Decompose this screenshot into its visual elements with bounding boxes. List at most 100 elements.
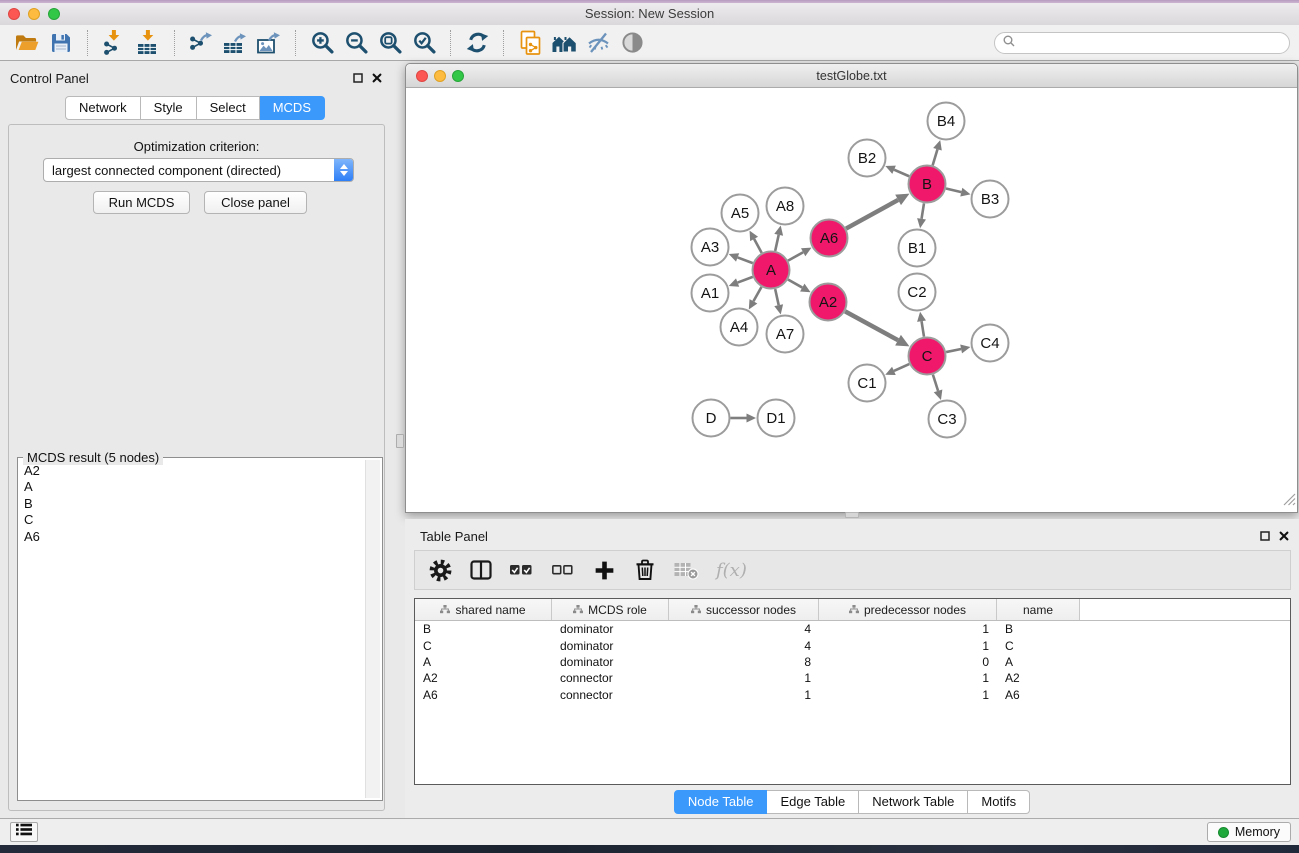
- save-session-button[interactable]: [44, 28, 78, 58]
- task-history-button[interactable]: [10, 822, 38, 842]
- table-settings-button[interactable]: [427, 557, 453, 583]
- network-canvas[interactable]: AA1A2A3A4A5A6A7A8BB1B2B3B4CC1C2C3C4DD1: [406, 89, 1297, 512]
- tab-mcds[interactable]: MCDS: [260, 96, 325, 120]
- mcds-result-item[interactable]: B: [24, 496, 363, 512]
- close-panel-button[interactable]: Close panel: [204, 191, 307, 214]
- apply-layout-button[interactable]: [460, 28, 494, 58]
- panel-splitter-handle-horizontal[interactable]: [845, 512, 859, 518]
- column-header-name[interactable]: name: [997, 599, 1080, 620]
- float-table-panel-icon[interactable]: [1260, 531, 1270, 541]
- add-column-button[interactable]: [591, 557, 617, 583]
- zoom-fit-button[interactable]: [373, 28, 407, 58]
- panel-splitter-handle-vertical[interactable]: [396, 434, 404, 448]
- graph-edge-C-C1[interactable]: [885, 364, 909, 375]
- function-builder-button[interactable]: f(x): [714, 560, 747, 581]
- tab-style[interactable]: Style: [141, 96, 197, 120]
- import-network-button[interactable]: [97, 28, 131, 58]
- graph-node-B3[interactable]: B3: [972, 181, 1009, 218]
- graph-edge-C-C3[interactable]: [933, 375, 942, 400]
- import-table-button[interactable]: [131, 28, 165, 58]
- graph-node-A[interactable]: A: [753, 252, 790, 289]
- graph-edge-A-A2[interactable]: [788, 280, 811, 293]
- column-header-MCDS-role[interactable]: MCDS role: [552, 599, 669, 620]
- graph-node-D[interactable]: D: [693, 400, 730, 437]
- mcds-result-scrollbar[interactable]: [365, 460, 380, 798]
- ndex-browser-button[interactable]: [547, 28, 581, 58]
- graph-node-A8[interactable]: A8: [767, 188, 804, 225]
- graph-node-A2[interactable]: A2: [810, 284, 847, 321]
- graph-edge-C-C4[interactable]: [946, 345, 970, 354]
- graph-edge-A-A3[interactable]: [729, 253, 753, 263]
- search-input[interactable]: [1016, 34, 1289, 52]
- graph-edge-B-B3[interactable]: [946, 188, 971, 197]
- float-panel-icon[interactable]: [353, 73, 363, 83]
- run-mcds-button[interactable]: Run MCDS: [93, 191, 190, 214]
- zoom-out-button[interactable]: [339, 28, 373, 58]
- graph-node-A5[interactable]: A5: [722, 195, 759, 232]
- graph-node-B2[interactable]: B2: [849, 140, 886, 177]
- export-network-button[interactable]: [184, 28, 218, 58]
- network-window-titlebar[interactable]: testGlobe.txt: [406, 64, 1297, 88]
- graph-node-C[interactable]: C: [909, 338, 946, 375]
- network-close-button[interactable]: [416, 70, 428, 82]
- zoom-selected-button[interactable]: [407, 28, 441, 58]
- search-field[interactable]: [994, 32, 1290, 54]
- mcds-result-item[interactable]: A: [24, 479, 363, 495]
- graph-edge-B-B2[interactable]: [885, 166, 909, 177]
- close-window-button[interactable]: [8, 8, 20, 20]
- graph-edge-A-A4[interactable]: [749, 287, 762, 310]
- export-table-button[interactable]: [218, 28, 252, 58]
- network-minimize-button[interactable]: [434, 70, 446, 82]
- graph-node-B1[interactable]: B1: [899, 230, 936, 267]
- graph-node-A3[interactable]: A3: [692, 229, 729, 266]
- graph-node-B[interactable]: B: [909, 166, 946, 203]
- column-header-predecessor-nodes[interactable]: predecessor nodes: [819, 599, 997, 620]
- deselect-all-rows-button[interactable]: [550, 557, 576, 583]
- mcds-result-item[interactable]: C: [24, 512, 363, 528]
- graph-node-A1[interactable]: A1: [692, 275, 729, 312]
- table-tab-network-table[interactable]: Network Table: [859, 790, 968, 814]
- close-panel-icon[interactable]: [372, 73, 382, 83]
- graph-edge-A6-B[interactable]: [846, 194, 909, 229]
- column-header-successor-nodes[interactable]: successor nodes: [669, 599, 819, 620]
- table-row[interactable]: Cdominator41C: [415, 637, 1290, 653]
- delete-columns-button[interactable]: [632, 557, 658, 583]
- tab-network[interactable]: Network: [65, 96, 141, 120]
- window-resize-grip[interactable]: [1283, 493, 1296, 511]
- graph-edge-A2-C[interactable]: [845, 311, 909, 346]
- graph-edge-A-A5[interactable]: [750, 231, 762, 253]
- graph-edge-A-A6[interactable]: [788, 248, 811, 261]
- mcds-result-item[interactable]: A6: [24, 529, 363, 545]
- close-table-panel-icon[interactable]: [1279, 531, 1289, 541]
- graph-edge-B-B1[interactable]: [917, 203, 926, 228]
- tab-select[interactable]: Select: [197, 96, 260, 120]
- export-image-button[interactable]: [252, 28, 286, 58]
- graph-node-C1[interactable]: C1: [849, 365, 886, 402]
- graph-node-A6[interactable]: A6: [811, 220, 848, 257]
- graph-node-A4[interactable]: A4: [721, 309, 758, 346]
- zoom-in-button[interactable]: [305, 28, 339, 58]
- graph-node-B4[interactable]: B4: [928, 103, 965, 140]
- graph-edge-A-A1[interactable]: [729, 277, 753, 287]
- hide-selected-button[interactable]: [581, 28, 615, 58]
- table-tab-edge-table[interactable]: Edge Table: [767, 790, 859, 814]
- show-graphics-details-button[interactable]: [615, 28, 649, 58]
- optimization-criterion-select[interactable]: largest connected component (directed): [43, 158, 354, 182]
- graph-node-D1[interactable]: D1: [758, 400, 795, 437]
- table-tab-node-table[interactable]: Node Table: [674, 790, 768, 814]
- mcds-result-item[interactable]: A2: [24, 463, 363, 479]
- graph-edge-D-D1[interactable]: [731, 414, 757, 423]
- graph-node-C3[interactable]: C3: [929, 401, 966, 438]
- table-tab-motifs[interactable]: Motifs: [968, 790, 1030, 814]
- graph-edge-B-B4[interactable]: [933, 140, 942, 165]
- open-session-button[interactable]: [10, 28, 44, 58]
- graph-node-A7[interactable]: A7: [767, 316, 804, 353]
- minimize-window-button[interactable]: [28, 8, 40, 20]
- column-header-shared-name[interactable]: shared name: [415, 599, 552, 620]
- select-all-rows-button[interactable]: [509, 557, 535, 583]
- table-row[interactable]: Bdominator41B: [415, 621, 1290, 637]
- table-row[interactable]: A2connector11A2: [415, 670, 1290, 686]
- show-hide-columns-button[interactable]: [468, 557, 494, 583]
- graph-edge-C-C2[interactable]: [917, 312, 926, 337]
- graph-node-C4[interactable]: C4: [972, 325, 1009, 362]
